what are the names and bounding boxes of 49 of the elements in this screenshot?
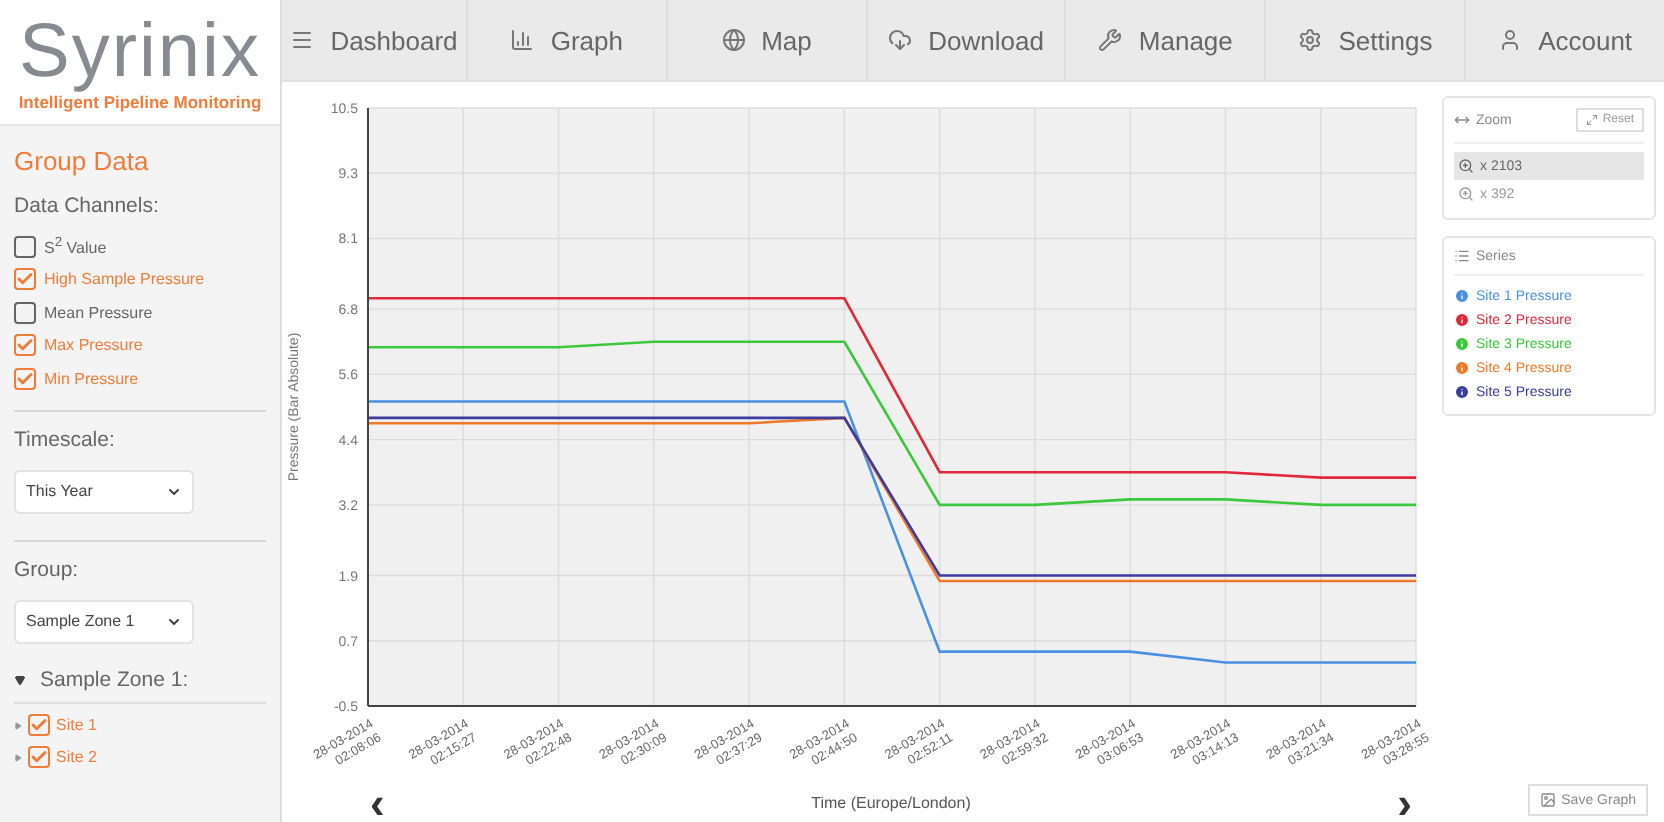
zoom-in-icon	[1458, 186, 1474, 202]
bar-chart-icon	[510, 28, 535, 52]
nav-link[interactable]: Download	[865, 0, 1065, 80]
channel-checkbox[interactable]: Mean Pressure	[14, 296, 266, 329]
group-select[interactable]: Sample Zone 1	[14, 599, 194, 643]
expand-triangle-icon	[14, 721, 22, 729]
caret-icon	[166, 483, 182, 499]
zoom-in-icon	[1458, 158, 1474, 174]
panel-title: Group Data	[14, 146, 151, 176]
list-icon	[1454, 248, 1470, 264]
image-icon	[1539, 792, 1556, 808]
channel-checkbox[interactable]: Min Pressure	[14, 362, 266, 395]
nav-link[interactable]: Manage	[1064, 0, 1265, 80]
nav-link[interactable]: Graph	[466, 0, 666, 80]
settings-icon	[1298, 28, 1323, 52]
next-button[interactable]: ›	[1393, 783, 1416, 822]
nav-link[interactable]: Dashboard	[282, 0, 466, 80]
cloud-icon	[888, 28, 913, 52]
site-checkbox[interactable]: Site 1	[14, 709, 266, 741]
info-icon	[1454, 336, 1470, 352]
info-icon	[1454, 384, 1470, 400]
globe-icon	[721, 28, 746, 52]
nav-link[interactable]: Settings	[1264, 0, 1465, 80]
logo-tagline: Intelligent Pipeline Monitoring	[18, 92, 262, 112]
info-icon	[1454, 360, 1470, 376]
field-label: Timescale:	[14, 427, 117, 451]
channel-checkbox[interactable]: High Sample Pressure	[14, 263, 266, 296]
caret-icon	[166, 613, 182, 629]
info-icon	[1454, 288, 1470, 304]
channel-checkbox[interactable]: Max Pressure	[14, 329, 266, 362]
info-icon	[1454, 312, 1470, 328]
site-checkbox[interactable]: Site 2	[14, 741, 266, 773]
check-icon	[16, 270, 34, 289]
nav-link[interactable]: Map	[665, 0, 866, 80]
logo-wordmark: Syrinix	[18, 12, 262, 92]
timescale-select[interactable]: This Year	[14, 469, 194, 513]
field-label: Group:	[14, 557, 81, 581]
previous-button[interactable]: ‹	[366, 783, 389, 822]
x-axis-title: Time (Europe/London)	[811, 794, 971, 812]
field-label: Data Channels:	[14, 194, 161, 218]
user-icon	[1498, 28, 1523, 52]
tree-node[interactable]: Sample Zone 1:	[14, 655, 266, 703]
expand-triangle-icon	[14, 753, 22, 761]
wrench-icon	[1098, 28, 1123, 52]
nav-link[interactable]: Account	[1464, 0, 1664, 80]
horizontal-arrows-icon	[1454, 112, 1470, 128]
channel-checkbox[interactable]: S$^{2}$ Value	[14, 230, 266, 263]
expand-triangle-icon	[14, 673, 26, 685]
menu-icon	[290, 28, 315, 52]
